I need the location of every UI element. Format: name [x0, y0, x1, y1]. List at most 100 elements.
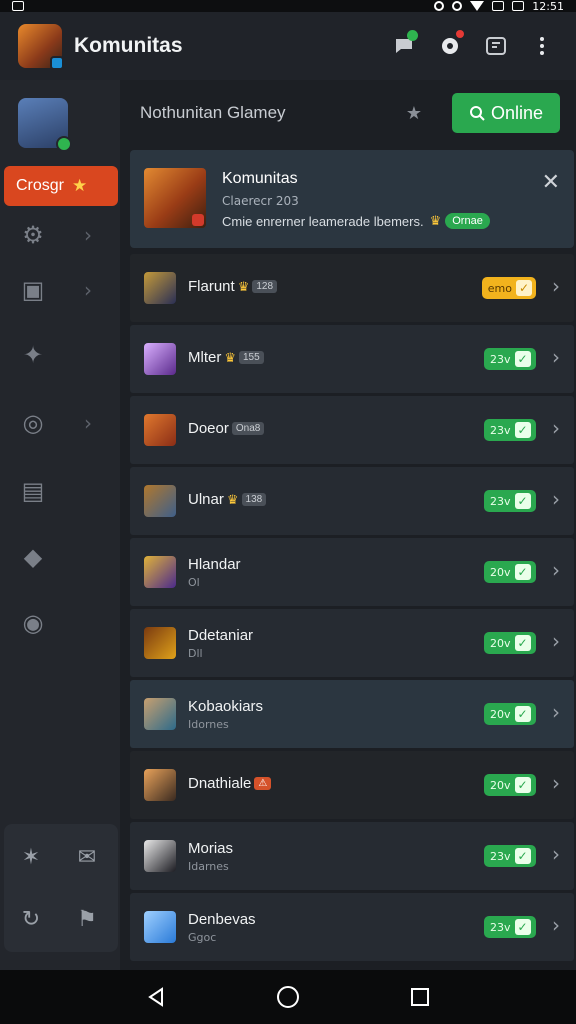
item-name: Flarunt	[188, 278, 235, 295]
back-button[interactable]	[141, 982, 171, 1012]
recents-button[interactable]	[405, 982, 435, 1012]
member-list: Flarunt ♛ 128 emo ✓ › Mlter ♛ 155 23v ✓ › Doeor Ona8 2…	[130, 254, 574, 964]
item-name: Ulnar	[188, 491, 224, 508]
chevron-right-icon[interactable]: ›	[552, 771, 560, 795]
list-item[interactable]: Hlandar Ol 20v ✓ ›	[130, 538, 574, 606]
user-avatar[interactable]	[18, 98, 72, 152]
system-nav-bar	[0, 970, 576, 1024]
chevron-right-icon: ›	[84, 278, 92, 302]
status-badge[interactable]: 23v ✓	[484, 490, 536, 512]
list-item[interactable]: Denbevas Ggoc 23v ✓ ›	[130, 893, 574, 961]
item-avatar	[144, 698, 176, 730]
item-avatar	[144, 556, 176, 588]
status-badge[interactable]: 23v ✓	[484, 845, 536, 867]
item-name: Kobaokiars	[188, 698, 264, 715]
chat-notification-dot	[407, 30, 418, 41]
status-bar: 12:51	[0, 0, 576, 13]
mail-icon[interactable]: ✉	[72, 842, 102, 872]
online-button-label: Online	[490, 102, 544, 123]
status-badge[interactable]: 23v ✓	[484, 348, 536, 370]
sidebar-item-settings[interactable]: ⚙ ›	[0, 210, 120, 260]
chevron-right-icon[interactable]: ›	[552, 700, 560, 724]
favorite-star-icon[interactable]: ★	[406, 103, 422, 124]
item-level: 138	[241, 493, 267, 506]
check-icon: ✓	[514, 706, 531, 722]
status-badge[interactable]: emo ✓	[481, 277, 536, 299]
item-name: Denbevas	[188, 911, 256, 928]
online-button[interactable]: Online	[452, 93, 560, 133]
list-item[interactable]: Ulnar ♛ 138 23v ✓ ›	[130, 467, 574, 535]
sparkle-icon[interactable]: ✶	[16, 842, 46, 872]
sidebar-pill-label: Crosgr	[16, 177, 65, 194]
close-icon[interactable]: ✕	[542, 170, 560, 195]
status-badge-label: 23v	[490, 423, 511, 437]
item-level: 155	[239, 351, 264, 364]
chevron-right-icon[interactable]: ›	[552, 416, 560, 440]
chevron-right-icon[interactable]: ›	[552, 629, 560, 653]
crown-icon: ♛	[429, 213, 442, 228]
chevron-right-icon[interactable]: ›	[552, 558, 560, 582]
status-badge[interactable]: 23v ✓	[484, 916, 536, 938]
sidebar-item-compass[interactable]: ◎ ›	[0, 398, 120, 448]
home-button[interactable]	[273, 982, 303, 1012]
status-badge[interactable]: 20v ✓	[484, 632, 536, 654]
server-name: Nothunitan Glamey	[140, 103, 286, 122]
sidebar-item-chat[interactable]: ◆	[0, 532, 120, 582]
puzzle-icon: ✦	[22, 341, 44, 369]
item-title: Kobaokiars	[188, 698, 263, 715]
item-title: Ddetaniar	[188, 627, 253, 644]
item-title: Ulnar ♛ 138	[188, 491, 267, 508]
item-avatar	[144, 840, 176, 872]
chevron-right-icon[interactable]: ›	[552, 345, 560, 369]
community-avatar[interactable]	[18, 24, 64, 70]
chevron-right-icon[interactable]: ›	[552, 274, 560, 298]
chevron-right-icon[interactable]: ›	[552, 842, 560, 866]
sidebar-bottom-panel: ✶ ✉ ↻ ⚑	[4, 824, 118, 952]
status-badge[interactable]: 23v ✓	[484, 419, 536, 441]
item-title: Denbevas	[188, 911, 256, 928]
sidebar-item-gifts[interactable]: ▣ ›	[0, 265, 120, 315]
item-name: Morias	[188, 840, 234, 857]
clock: 12:51	[532, 0, 564, 13]
settings-notification-dot	[456, 30, 464, 38]
list-item[interactable]: Mlter ♛ 155 23v ✓ ›	[130, 325, 574, 393]
sidebar-item-target[interactable]: ◉	[0, 598, 120, 648]
status-badge-label: 23v	[490, 494, 511, 508]
chevron-right-icon[interactable]: ›	[552, 487, 560, 511]
chat-button[interactable]	[384, 26, 424, 66]
stream-button[interactable]	[476, 26, 516, 66]
check-icon: ✓	[514, 422, 531, 438]
crown-icon: ♛	[226, 491, 239, 507]
item-avatar	[144, 769, 176, 801]
chevron-right-icon[interactable]: ›	[552, 913, 560, 937]
mute-icon	[452, 1, 463, 11]
status-badge[interactable]: 20v ✓	[484, 703, 536, 725]
list-item[interactable]: Ddetaniar Dll 20v ✓ ›	[130, 609, 574, 677]
refresh-icon[interactable]: ↻	[16, 904, 46, 934]
featured-tag: Ornae	[445, 213, 490, 229]
list-item[interactable]: Kobaokiars Idornes 20v ✓ ›	[130, 680, 574, 748]
settings-button[interactable]	[430, 26, 470, 66]
check-icon: ✓	[514, 351, 531, 367]
status-badge[interactable]: 20v ✓	[484, 561, 536, 583]
featured-description: Cmie enrerner leamerade lbemers. ♛ Ornae	[222, 213, 490, 229]
status-badge[interactable]: 20v ✓	[484, 774, 536, 796]
target-icon: ◉	[22, 609, 44, 637]
list-item[interactable]: Dnathiale ⚠ 20v ✓ ›	[130, 751, 574, 819]
flag-icon[interactable]: ⚑	[72, 904, 102, 934]
item-title: Flarunt ♛ 128	[188, 278, 278, 295]
featured-title: Komunitas	[222, 170, 298, 187]
sidebar-highlight-button[interactable]: Crosgr ★	[4, 166, 118, 206]
crown-icon: ♛	[224, 349, 236, 365]
sidebar: Crosgr ★ ⚙ › ▣ › ✦ ◎ › ▤ ◆ ◉ ✶ ✉ ↻ ⚑	[0, 80, 120, 970]
featured-card[interactable]: Komunitas Claerecr 203 Cmie enrerner lea…	[130, 150, 574, 248]
featured-image	[144, 168, 206, 228]
sidebar-item-puzzle[interactable]: ✦	[0, 330, 120, 380]
overflow-menu-button[interactable]	[522, 26, 562, 66]
list-item[interactable]: Flarunt ♛ 128 emo ✓ ›	[130, 254, 574, 322]
item-name: Doeor	[188, 420, 229, 437]
list-item[interactable]: Doeor Ona8 23v ✓ ›	[130, 396, 574, 464]
status-badge-label: emo	[487, 281, 512, 295]
sidebar-item-calendar[interactable]: ▤	[0, 466, 120, 516]
list-item[interactable]: Morias Idarnes 23v ✓ ›	[130, 822, 574, 890]
